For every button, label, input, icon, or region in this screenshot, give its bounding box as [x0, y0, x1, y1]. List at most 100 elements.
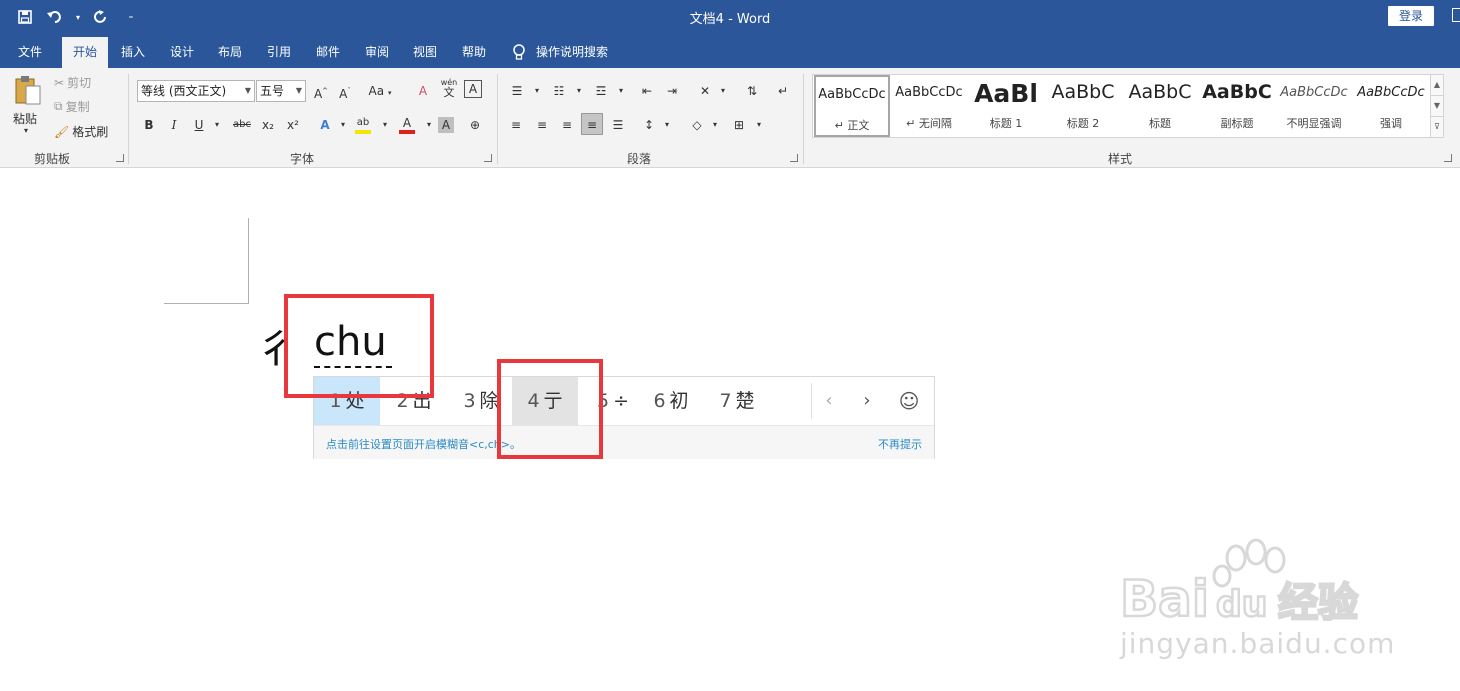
candidate-number: 6 — [653, 390, 666, 412]
style-heading-2[interactable]: AaBbC 标题 2 — [1045, 75, 1121, 137]
font-launcher-icon[interactable] — [484, 154, 492, 162]
clipboard-launcher-icon[interactable] — [116, 154, 124, 162]
style-sample: AaBbCcDc — [895, 85, 963, 100]
numbering-dropdown-icon[interactable]: ▾ — [568, 80, 590, 102]
distributed-icon[interactable]: ☰ — [607, 114, 629, 136]
cut-button[interactable]: ✂ 剪切 — [54, 74, 91, 91]
italic-button[interactable]: I — [163, 114, 185, 136]
clear-formatting-icon[interactable]: A — [412, 80, 434, 102]
change-case-button[interactable]: Aa ▾ — [364, 80, 396, 102]
style-name: ↵ 正文 — [834, 119, 870, 132]
tab-file[interactable]: 文件 — [8, 37, 52, 68]
paste-dropdown-icon[interactable]: ▾ — [24, 126, 28, 135]
phonetic-guide-icon[interactable]: wén 文 — [438, 78, 460, 100]
paste-icon[interactable] — [14, 74, 42, 108]
login-button[interactable]: 登录 — [1388, 6, 1434, 26]
style-sample: AaBbC — [1128, 81, 1192, 103]
emoji-icon[interactable]: ☺ — [892, 377, 926, 425]
decrease-indent-icon[interactable]: ⇤ — [636, 80, 658, 102]
gallery-more-icon[interactable]: ⊽ — [1431, 117, 1443, 138]
copy-button[interactable]: ⧉ 复制 — [54, 98, 90, 115]
font-name-value: 等线 (西文正文) — [141, 84, 227, 98]
line-spacing-dropdown-icon[interactable]: ▾ — [656, 114, 678, 136]
candidate-7[interactable]: 7楚 — [704, 377, 770, 425]
align-left-icon[interactable]: ≡ — [505, 114, 527, 136]
style-subtitle[interactable]: AaBbC 副标题 — [1199, 75, 1275, 137]
bullets-dropdown-icon[interactable]: ▾ — [526, 80, 548, 102]
enclose-characters-icon[interactable]: ⊕ — [464, 114, 486, 136]
style-title[interactable]: AaBbC 标题 — [1122, 75, 1198, 137]
font-color-label: A — [402, 116, 412, 130]
style-heading-1[interactable]: AaBl 标题 1 — [968, 75, 1044, 137]
tab-insert[interactable]: 插入 — [112, 37, 154, 68]
font-color-dropdown-icon[interactable]: ▾ — [418, 114, 440, 136]
next-page-icon[interactable]: › — [850, 377, 884, 425]
superscript-button[interactable]: x² — [282, 114, 304, 136]
style-name: 强调 — [1380, 117, 1402, 130]
tab-mailings[interactable]: 邮件 — [307, 37, 349, 68]
underline-dropdown-icon[interactable]: ▾ — [206, 114, 228, 136]
bold-button[interactable]: B — [138, 114, 160, 136]
font-size-select[interactable]: 五号 ▼ — [256, 80, 306, 102]
style-subtle-emphasis[interactable]: AaBbCcDc 不明显强调 — [1276, 75, 1352, 137]
borders-icon[interactable]: ⊞ — [728, 114, 750, 136]
chevron-down-icon: ▼ — [244, 86, 251, 95]
scroll-down-icon[interactable]: ▼ — [1431, 96, 1443, 117]
scissors-icon: ✂ — [54, 75, 65, 90]
tell-me-label: 操作说明搜索 — [536, 45, 609, 59]
borders-dropdown-icon[interactable]: ▾ — [748, 114, 770, 136]
prev-page-icon[interactable]: ‹ — [812, 377, 846, 425]
ribbon-separator — [128, 74, 129, 164]
style-no-spacing[interactable]: AaBbCcDc ↵ 无间隔 — [891, 75, 967, 137]
brush-icon: 🖌 — [54, 124, 70, 139]
numbering-icon[interactable]: ☷ — [548, 80, 570, 102]
font-color-icon[interactable]: A — [396, 112, 418, 134]
paste-button[interactable]: 粘贴 — [13, 110, 37, 127]
tab-help[interactable]: 帮助 — [453, 37, 495, 68]
font-name-select[interactable]: 等线 (西文正文) ▼ — [137, 80, 255, 102]
justify-icon[interactable]: ≡ — [581, 113, 603, 135]
candidate-6[interactable]: 6初 — [638, 377, 704, 425]
multilevel-dropdown-icon[interactable]: ▾ — [610, 80, 632, 102]
paragraph-launcher-icon[interactable] — [790, 154, 798, 162]
sort-icon[interactable]: ⇅ — [741, 80, 763, 102]
tell-me-search[interactable]: 操作说明搜索 — [512, 37, 608, 68]
copy-label: 复制 — [65, 100, 90, 114]
tab-design[interactable]: 设计 — [161, 37, 203, 68]
fuzzy-pinyin-hint-link[interactable]: 点击前往设置页面开启模糊音<c,ch>。 — [326, 436, 521, 452]
text-effects-dropdown-icon[interactable]: ▾ — [332, 114, 354, 136]
style-normal[interactable]: AaBbCcDc ↵ 正文 — [814, 75, 890, 137]
character-shading-icon[interactable]: A — [438, 117, 454, 133]
tab-home[interactable]: 开始 — [62, 37, 108, 68]
clipboard-group-label: 剪贴板 — [34, 152, 71, 166]
highlight-dropdown-icon[interactable]: ▾ — [374, 114, 396, 136]
style-sample: AaBbCcDc — [818, 87, 886, 102]
scroll-up-icon[interactable]: ▲ — [1431, 75, 1443, 96]
highlight-icon[interactable]: ab — [352, 112, 374, 134]
subscript-button[interactable]: x₂ — [257, 114, 279, 136]
show-marks-icon[interactable]: ↵ — [772, 80, 794, 102]
increase-indent-icon[interactable]: ⇥ — [661, 80, 683, 102]
format-painter-label: 格式刷 — [72, 125, 109, 139]
tab-review[interactable]: 审阅 — [356, 37, 398, 68]
shading-dropdown-icon[interactable]: ▾ — [704, 114, 726, 136]
character-border-icon[interactable]: A — [464, 80, 482, 98]
tab-references[interactable]: 引用 — [258, 37, 300, 68]
align-center-icon[interactable]: ≡ — [531, 114, 553, 136]
candidate-number: 7 — [719, 390, 732, 412]
style-emphasis[interactable]: AaBbCcDc 强调 — [1353, 75, 1429, 137]
tab-view[interactable]: 视图 — [404, 37, 446, 68]
grow-font-icon[interactable]: A^ — [310, 80, 332, 102]
format-painter-button[interactable]: 🖌 格式刷 — [54, 123, 108, 140]
shrink-font-icon[interactable]: Aˇ — [334, 80, 356, 102]
styles-launcher-icon[interactable] — [1444, 154, 1452, 162]
chinese-layout-dropdown-icon[interactable]: ▾ — [712, 80, 734, 102]
window-control-icon[interactable] — [1452, 8, 1460, 22]
align-right-icon[interactable]: ≡ — [556, 114, 578, 136]
bullets-icon[interactable]: ☰ — [506, 80, 528, 102]
tab-layout[interactable]: 布局 — [209, 37, 251, 68]
dont-show-again-link[interactable]: 不再提示 — [878, 436, 922, 452]
strikethrough-button[interactable]: abc — [230, 114, 254, 136]
multilevel-list-icon[interactable]: ☲ — [590, 80, 612, 102]
style-name: 不明显强调 — [1286, 117, 1342, 130]
